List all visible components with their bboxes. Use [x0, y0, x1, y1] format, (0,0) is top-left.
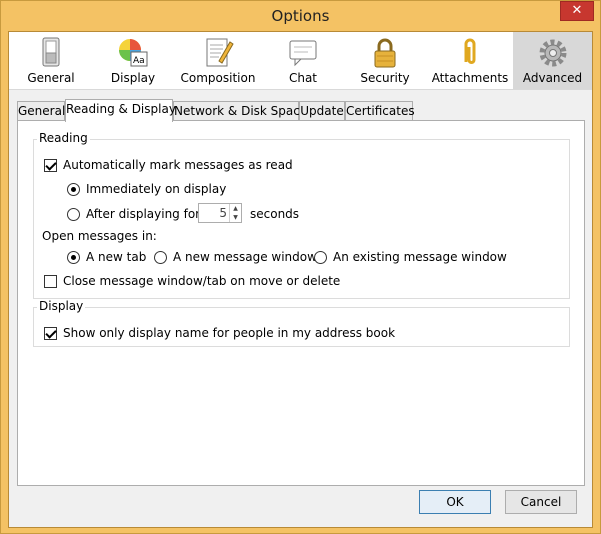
close-window-checkbox[interactable] — [44, 275, 57, 288]
stepper-up-icon[interactable]: ▲ — [230, 204, 241, 213]
open-new-tab-label: A new tab — [86, 250, 147, 264]
display-group-title: Display — [37, 299, 86, 313]
tab-general[interactable]: General — [17, 101, 65, 121]
gear-icon — [539, 39, 566, 67]
tab-network-disk-space[interactable]: Network & Disk Space — [173, 101, 307, 121]
open-new-window-label: A new message window — [173, 250, 317, 264]
stepper-arrows: ▲ ▼ — [229, 204, 241, 222]
title-bar[interactable]: Options ✕ — [1, 1, 600, 31]
delay-seconds-value: 5 — [219, 206, 227, 220]
toolbar-security-label: Security — [360, 71, 410, 85]
cancel-button[interactable]: Cancel — [505, 490, 577, 514]
open-new-window-radio[interactable] — [154, 251, 167, 264]
toolbar-attachments[interactable]: Attachments — [427, 32, 513, 89]
toolbar-security[interactable]: Security — [343, 32, 427, 89]
toolbar-composition-label: Composition — [180, 71, 256, 85]
speech-bubble-icon — [289, 40, 317, 67]
toolbar-composition[interactable]: Composition — [173, 32, 263, 89]
open-messages-label: Open messages in: — [42, 229, 157, 243]
toolbar-general[interactable]: General — [9, 32, 93, 89]
open-existing-window-label: An existing message window — [333, 250, 507, 264]
category-toolbar: General Aa Display Composition Chat Secu… — [9, 32, 592, 90]
show-display-name-checkbox[interactable] — [44, 327, 57, 340]
close-window-label: Close message window/tab on move or dele… — [63, 274, 341, 288]
ok-button[interactable]: OK — [419, 490, 491, 514]
toolbar-chat[interactable]: Chat — [263, 32, 343, 89]
auto-mark-label: Automatically mark messages as read — [63, 158, 293, 172]
padlock-icon — [374, 38, 396, 68]
toolbar-chat-label: Chat — [288, 71, 318, 85]
open-existing-window-radio[interactable] — [314, 251, 327, 264]
toolbar-attachments-label: Attachments — [431, 71, 509, 85]
reading-display-panel: Reading Automatically mark messages as r… — [17, 120, 585, 486]
show-display-name-label: Show only display name for people in my … — [63, 326, 396, 340]
pencil-paper-icon — [206, 38, 234, 67]
toolbar-advanced[interactable]: Advanced — [513, 32, 592, 89]
toolbar-advanced-label: Advanced — [522, 71, 583, 85]
immediately-label: Immediately on display — [86, 182, 227, 196]
toolbar-general-label: General — [27, 71, 75, 85]
reading-group-title: Reading — [37, 131, 90, 145]
immediately-radio[interactable] — [67, 183, 80, 196]
tab-update[interactable]: Update — [299, 101, 345, 121]
dialog-client-area: General Aa Display Composition Chat Secu… — [8, 31, 593, 528]
seconds-label: seconds — [250, 207, 300, 221]
toolbar-display-label: Display — [110, 71, 156, 85]
close-icon: ✕ — [571, 3, 583, 18]
after-displaying-label: After displaying for — [86, 207, 201, 221]
toolbar-display[interactable]: Aa Display — [93, 32, 173, 89]
color-wheel-icon: Aa — [119, 39, 148, 67]
switch-icon — [42, 37, 60, 67]
open-new-tab-radio[interactable] — [67, 251, 80, 264]
svg-text:Aa: Aa — [133, 56, 145, 66]
delay-seconds-stepper[interactable]: 5 ▲ ▼ — [198, 203, 242, 223]
auto-mark-checkbox[interactable] — [44, 159, 57, 172]
options-window: Options ✕ General Aa Display Composition… — [0, 0, 601, 534]
window-title: Options — [271, 7, 330, 25]
close-button[interactable]: ✕ — [560, 1, 594, 21]
paperclip-icon — [464, 38, 476, 64]
tab-reading-display[interactable]: Reading & Display — [65, 99, 176, 122]
after-displaying-radio[interactable] — [67, 208, 80, 221]
tab-certificates[interactable]: Certificates — [345, 101, 415, 121]
stepper-down-icon[interactable]: ▼ — [230, 213, 241, 222]
